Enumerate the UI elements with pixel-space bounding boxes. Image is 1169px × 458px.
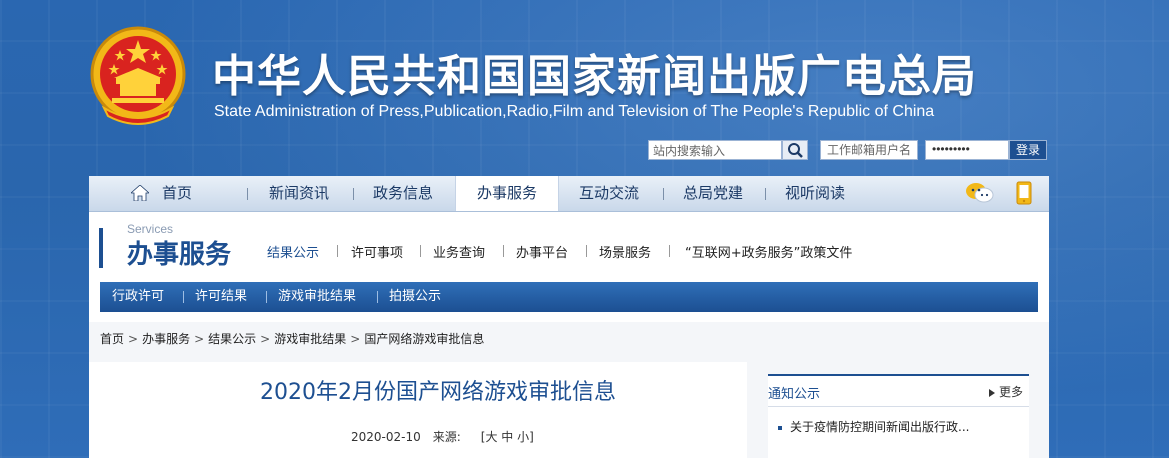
subnav-divider [669, 245, 670, 257]
main-container: 首页 新闻资讯 政务信息 办事服务 互动交流 总局党建 视听阅读 Service… [89, 176, 1049, 458]
subnav-divider [337, 245, 338, 257]
page: 中华人民共和国国家新闻出版广电总局 State Administration o… [0, 0, 1169, 458]
nav-item-home[interactable]: 首页 [153, 176, 201, 211]
nav-divider [353, 188, 354, 200]
bullet-icon [778, 425, 782, 430]
article-source-label: 来源: [432, 430, 461, 444]
search-button[interactable] [782, 140, 808, 160]
secondary-nav-game-approval[interactable]: 游戏审批结果 [278, 282, 356, 312]
secondary-nav-divider [266, 291, 267, 303]
breadcrumb: 首页 > 办事服务 > 结果公示 > 游戏审批结果 > 国产网络游戏审批信息 [100, 330, 484, 347]
sidebar-list-item-label: 关于疫情防控期间新闻出版行政... [790, 420, 970, 434]
breadcrumb-separator: > [194, 332, 205, 346]
site-title: 中华人民共和国国家新闻出版广电总局 [212, 51, 977, 102]
nav-item-interaction[interactable]: 互动交流 [571, 176, 647, 211]
breadcrumb-separator: > [260, 332, 271, 346]
password-input[interactable]: ••••••••• [925, 140, 1009, 160]
article-date: 2020-02-10 [351, 430, 421, 444]
triangle-right-icon [988, 388, 995, 397]
breadcrumb-separator: > [350, 332, 361, 346]
wechat-icon[interactable] [965, 181, 995, 205]
article-meta: 2020-02-10 来源: [大 中 小] [351, 428, 546, 445]
subnav-item-business-query[interactable]: 业务查询 [433, 242, 485, 261]
breadcrumb-link-game-approval[interactable]: 游戏审批结果 [274, 332, 346, 346]
mobile-app-icon[interactable] [1015, 181, 1033, 205]
secondary-nav-divider [183, 291, 184, 303]
mail-username-input[interactable]: 工作邮箱用户名 [820, 140, 918, 160]
secondary-nav-license-results[interactable]: 许可结果 [195, 282, 247, 312]
more-link-label: 更多 [998, 385, 1023, 399]
login-button[interactable]: 登录 [1009, 140, 1047, 160]
sidebar-list-item[interactable]: 关于疫情防控期间新闻出版行政... [778, 418, 969, 435]
more-link[interactable]: 更多 [988, 383, 1023, 400]
nav-item-services[interactable]: 办事服务 [455, 176, 559, 211]
nav-item-party-building[interactable]: 总局党建 [675, 176, 751, 211]
subnav-divider [586, 245, 587, 257]
breadcrumb-separator: > [128, 332, 139, 346]
subnav-divider [420, 245, 421, 257]
nav-divider [663, 188, 664, 200]
sidebar-notices: 通知公示 更多 关于疫情防控期间新闻出版行政... [768, 374, 1029, 458]
secondary-nav-admin-license[interactable]: 行政许可 [112, 282, 164, 312]
national-emblem-icon [90, 26, 186, 125]
secondary-nav: 行政许可 许可结果 游戏审批结果 拍摄公示 [100, 282, 1038, 312]
breadcrumb-link-services[interactable]: 办事服务 [142, 332, 190, 346]
home-icon [131, 185, 149, 201]
subnav-item-result-notice[interactable]: 结果公示 [267, 242, 319, 261]
secondary-nav-divider [377, 291, 378, 303]
subnav-item-service-platform[interactable]: 办事平台 [516, 242, 568, 261]
subnav-divider [503, 245, 504, 257]
nav-item-news[interactable]: 新闻资讯 [261, 176, 337, 211]
breadcrumb-link-result-notice[interactable]: 结果公示 [208, 332, 256, 346]
search-input[interactable]: 站内搜索输入 [648, 140, 782, 160]
section-title: 办事服务 [127, 240, 232, 270]
section-accent-bar [99, 228, 103, 268]
breadcrumb-link-home[interactable]: 首页 [100, 332, 124, 346]
search-icon [788, 143, 803, 158]
sidebar-header: 通知公示 更多 [768, 374, 1029, 407]
article-title: 2020年2月份国产网络游戏审批信息 [260, 380, 616, 405]
sidebar-title: 通知公示 [768, 387, 821, 402]
secondary-nav-filming-notice[interactable]: 拍摄公示 [389, 282, 441, 312]
nav-item-audiovisual[interactable]: 视听阅读 [777, 176, 853, 211]
nav-divider [247, 188, 248, 200]
subnav-item-policy-documents[interactable]: “互联网+政务服务”政策文件 [685, 242, 852, 261]
nav-divider [765, 188, 766, 200]
breadcrumb-current[interactable]: 国产网络游戏审批信息 [364, 332, 484, 346]
article: 2020年2月份国产网络游戏审批信息 2020-02-10 来源: [大 中 小] [89, 362, 747, 458]
main-nav: 首页 新闻资讯 政务信息 办事服务 互动交流 总局党建 视听阅读 [89, 176, 1049, 212]
site-title-english: State Administration of Press,Publicatio… [214, 103, 935, 120]
nav-item-government-info[interactable]: 政务信息 [365, 176, 441, 211]
font-size-switcher[interactable]: [大 中 小] [481, 430, 534, 444]
subnav-item-license-items[interactable]: 许可事项 [351, 242, 403, 261]
subnav-item-scenario-services[interactable]: 场景服务 [599, 242, 651, 261]
